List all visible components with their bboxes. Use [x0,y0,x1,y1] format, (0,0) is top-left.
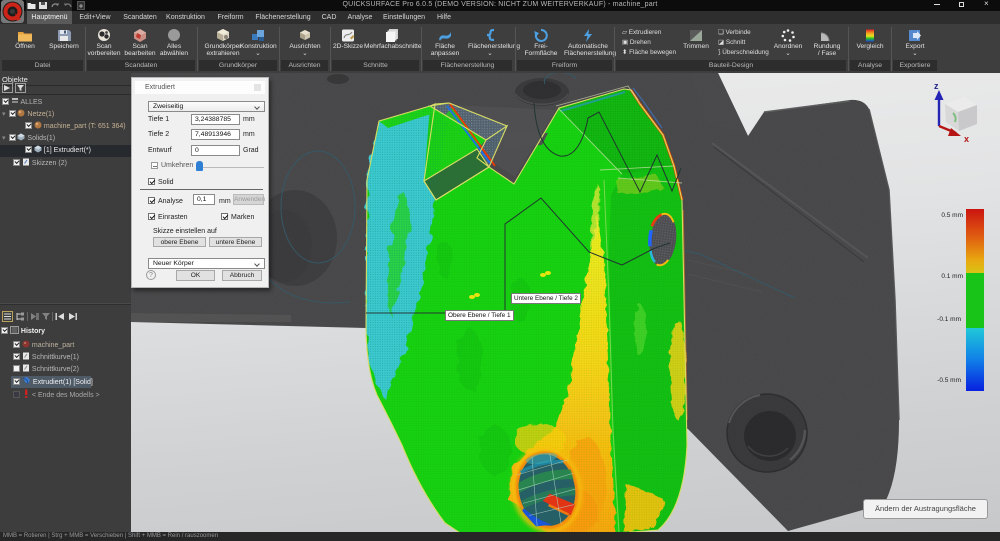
svg-text:z: z [934,81,939,91]
svg-text:x: x [964,134,969,144]
